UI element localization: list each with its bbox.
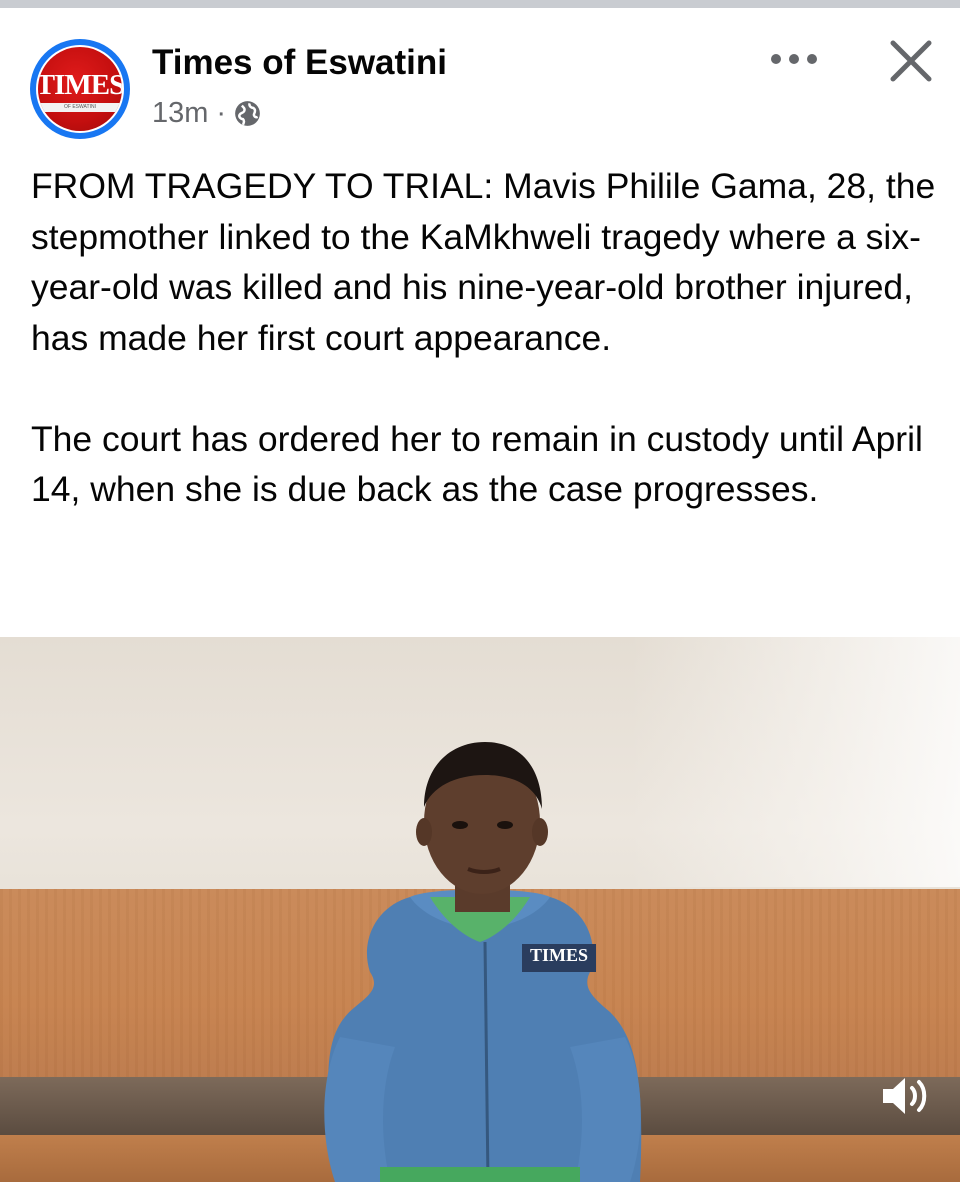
page-name[interactable]: Times of Eswatini: [152, 43, 447, 83]
page-avatar[interactable]: TIMES OF ESWATINI: [30, 39, 130, 139]
person-figure: [324, 742, 642, 1182]
more-options-button[interactable]: [764, 38, 824, 80]
times-logo: TIMES OF ESWATINI: [38, 47, 122, 131]
sound-toggle-button[interactable]: [876, 1072, 934, 1120]
post-timestamp[interactable]: 13m: [152, 97, 208, 130]
avatar-ring: TIMES OF ESWATINI: [36, 45, 124, 133]
bottom-spacer: [0, 1182, 960, 1200]
speaker-icon: [883, 1078, 927, 1114]
video-watermark-band: [522, 966, 596, 972]
more-options-icon: [771, 54, 817, 64]
post-text: FROM TRAGEDY TO TRIAL: Mavis Philile Gam…: [31, 166, 936, 509]
globe-icon: [235, 101, 260, 126]
close-icon: [890, 40, 932, 82]
video-watermark: TIMES: [522, 944, 596, 968]
post-meta: 13m ·: [152, 97, 261, 130]
avatar-logo-subtext: OF ESWATINI: [64, 104, 96, 110]
top-divider: [0, 0, 960, 8]
avatar-logo-text: TIMES: [38, 68, 122, 101]
wall-highlight: [630, 637, 960, 887]
post-video[interactable]: TIMES: [0, 637, 960, 1182]
meta-separator: ·: [216, 97, 227, 129]
close-button[interactable]: [880, 30, 942, 92]
